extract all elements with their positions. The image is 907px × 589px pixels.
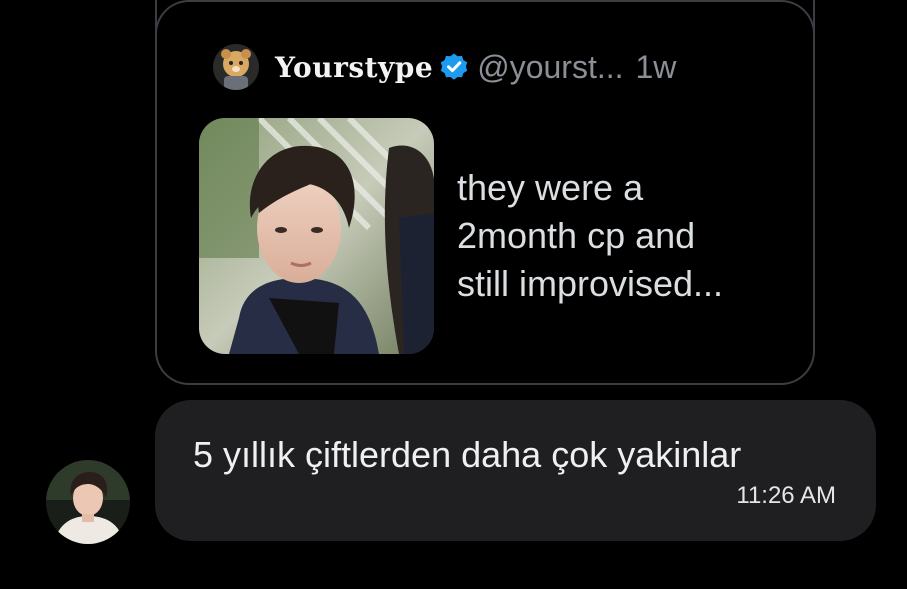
quoted-post-header: Yourstype @yourst... 1w bbox=[213, 42, 676, 92]
quoted-author-name[interactable]: Yourstype bbox=[275, 51, 433, 84]
quoted-post-text: they were a 2month cp and still improvis… bbox=[457, 164, 787, 308]
quoted-text-line: 2month cp and bbox=[457, 215, 696, 256]
message-text: 5 yıllık çiftlerden daha çok yakinlar bbox=[193, 434, 742, 475]
message-bubble[interactable]: 5 yıllık çiftlerden daha çok yakinlar 11… bbox=[155, 400, 876, 541]
quoted-post-time: 1w bbox=[635, 48, 677, 85]
quoted-post-card[interactable]: Yourstype @yourst... 1w they were a 2mon… bbox=[155, 0, 815, 385]
quoted-author-handle[interactable]: @yourst... bbox=[477, 49, 623, 86]
quoted-post-media[interactable] bbox=[199, 118, 434, 354]
mascot-avatar-icon[interactable] bbox=[213, 44, 259, 90]
user-avatar[interactable] bbox=[46, 460, 130, 544]
quoted-text-line: still improvised... bbox=[457, 263, 724, 304]
message-timestamp: 11:26 AM bbox=[736, 482, 836, 509]
quoted-text-line: they were a bbox=[457, 167, 644, 208]
verified-badge-icon bbox=[441, 53, 468, 80]
